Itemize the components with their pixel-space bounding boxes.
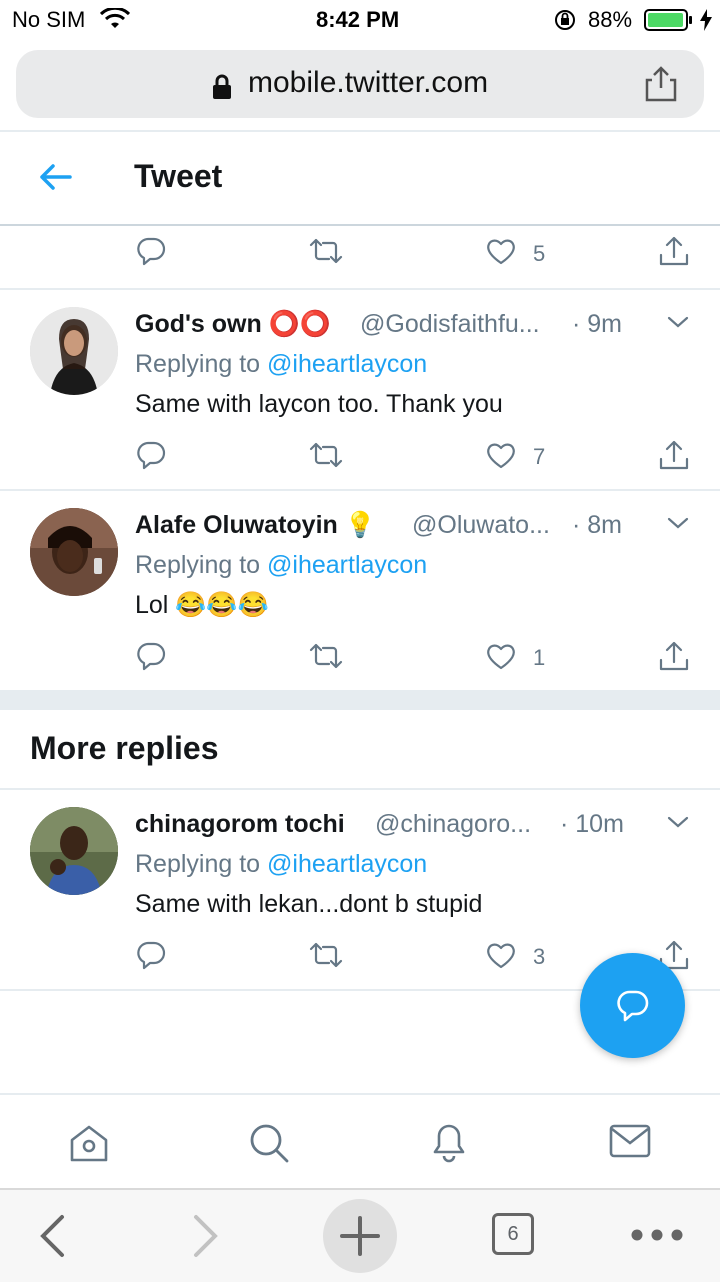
battery-icon [644, 9, 694, 31]
display-name[interactable]: God's own ⭕⭕ [135, 310, 331, 339]
retweet-icon[interactable] [308, 940, 344, 970]
plus-icon [338, 1214, 382, 1258]
like-count: 3 [533, 944, 546, 969]
tweet-text: Same with laycon too. Thank you [135, 390, 503, 418]
like-count: 1 [533, 645, 546, 670]
tweet-actions: 5 [0, 232, 720, 276]
orientation-lock-icon [553, 8, 577, 32]
page-title: Tweet [134, 158, 223, 194]
share-tweet-icon[interactable] [658, 640, 690, 672]
messages-icon[interactable] [609, 1124, 651, 1160]
handle[interactable]: @Oluwato... [412, 511, 550, 540]
carrier-label: No SIM [12, 7, 86, 32]
tabs-button[interactable]: 6 [492, 1213, 534, 1255]
replying-to: Replying to @iheartlaycon [135, 551, 427, 580]
section-title: More replies [30, 730, 219, 766]
search-icon[interactable] [248, 1122, 290, 1164]
section-divider [0, 690, 720, 710]
tweet-text: Lol 😂😂😂 [135, 591, 269, 619]
avatar[interactable] [30, 307, 118, 395]
avatar[interactable] [30, 807, 118, 895]
url-text: mobile.twitter.com [248, 66, 489, 99]
mention-link[interactable]: @iheartlaycon [267, 551, 427, 579]
display-name[interactable]: chinagorom tochi [135, 810, 345, 839]
status-bar: No SIM 8:42 PM 88% [0, 0, 720, 40]
tweet-text: Same with lekan...dont b stupid [135, 890, 483, 918]
share-icon[interactable] [644, 66, 678, 102]
tab-count: 6 [507, 1223, 519, 1245]
mention-link[interactable]: @iheartlaycon [267, 350, 427, 378]
handle[interactable]: @Godisfaithfu... [360, 310, 540, 339]
like-icon[interactable] [486, 441, 516, 469]
chevron-down-icon[interactable] [666, 515, 690, 531]
browser-forward-icon[interactable] [192, 1214, 220, 1258]
tweet-item[interactable]: Alafe Oluwatoyin 💡 @Oluwato... · 8m Repl… [0, 491, 720, 689]
timestamp[interactable]: · 8m [572, 511, 622, 540]
replying-to-label: Replying to [135, 850, 268, 878]
wifi-icon [100, 8, 130, 32]
charging-icon [700, 9, 712, 31]
handle[interactable]: @chinagoro... [375, 810, 531, 839]
address-bar[interactable]: mobile.twitter.com [16, 50, 704, 118]
chevron-down-icon[interactable] [666, 814, 690, 830]
compose-reply-button[interactable] [580, 953, 685, 1058]
tweet-item[interactable]: God's own ⭕⭕ @Godisfaithfu... · 9m Reply… [0, 290, 720, 488]
timestamp[interactable]: · 10m [560, 810, 624, 839]
lock-icon [212, 74, 232, 100]
reply-icon[interactable] [136, 940, 166, 970]
home-icon[interactable] [68, 1122, 110, 1164]
divider [0, 130, 720, 132]
display-name[interactable]: Alafe Oluwatoyin 💡 [135, 511, 376, 540]
reply-icon[interactable] [136, 236, 166, 266]
like-icon[interactable] [486, 941, 516, 969]
like-icon[interactable] [486, 237, 516, 265]
replying-to-label: Replying to [135, 551, 268, 579]
mention-link[interactable]: @iheartlaycon [267, 850, 427, 878]
clock: 8:42 PM [316, 7, 400, 32]
browser-toolbar: 6 [0, 1188, 720, 1282]
divider [0, 224, 720, 226]
battery-percent: 88% [588, 7, 633, 32]
notifications-icon[interactable] [428, 1120, 470, 1164]
like-icon[interactable] [486, 642, 516, 670]
replying-to-label: Replying to [135, 350, 268, 378]
replying-to: Replying to @iheartlaycon [135, 850, 427, 879]
share-tweet-icon[interactable] [658, 235, 690, 267]
reply-icon[interactable] [136, 440, 166, 470]
back-arrow-icon[interactable] [38, 162, 72, 192]
like-count: 5 [533, 241, 546, 266]
bottom-nav [0, 1093, 720, 1190]
browser-back-icon[interactable] [38, 1214, 66, 1258]
timestamp[interactable]: · 9m [572, 310, 622, 339]
replying-to: Replying to @iheartlaycon [135, 350, 427, 379]
avatar[interactable] [30, 508, 118, 596]
reply-icon[interactable] [136, 641, 166, 671]
retweet-icon[interactable] [308, 236, 344, 266]
like-count: 7 [533, 444, 546, 469]
more-icon[interactable] [630, 1228, 684, 1242]
retweet-icon[interactable] [308, 440, 344, 470]
share-tweet-icon[interactable] [658, 439, 690, 471]
new-tab-button[interactable] [323, 1199, 397, 1273]
reply-icon [616, 989, 650, 1023]
chevron-down-icon[interactable] [666, 314, 690, 330]
retweet-icon[interactable] [308, 641, 344, 671]
